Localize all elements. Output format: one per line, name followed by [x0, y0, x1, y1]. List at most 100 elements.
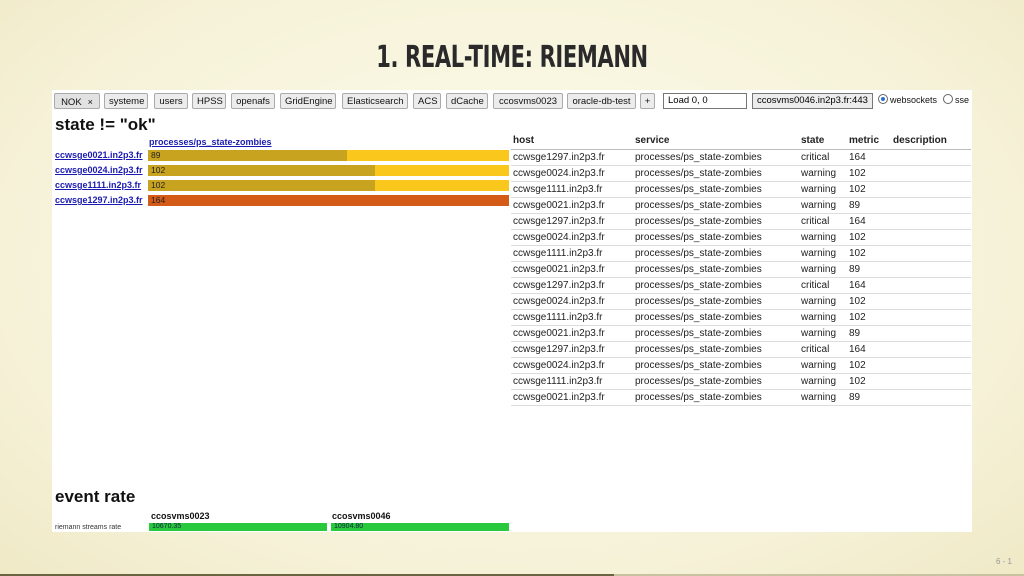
state-bar[interactable]: 102: [148, 180, 509, 191]
table-row[interactable]: ccwsge1297.in2p3.fr processes/ps_state-zo…: [511, 149, 971, 166]
host-label[interactable]: ccwsge0024.in2p3.fr: [55, 165, 143, 175]
table-row[interactable]: ccwsge1111.in2p3.fr processes/ps_state-zo…: [511, 245, 971, 262]
tab-hpss[interactable]: HPSS: [192, 93, 226, 109]
table-row[interactable]: ccwsge1111.in2p3.fr processes/ps_state-zo…: [511, 309, 971, 326]
table-row[interactable]: ccwsge0024.in2p3.fr processes/ps_state-zo…: [511, 165, 971, 182]
series-header[interactable]: processes/ps_state-zombies: [149, 137, 272, 147]
events-header-row: host service state metric description: [511, 132, 971, 150]
cell-metric: 102: [847, 357, 891, 374]
rate-row-label: riemann streams rate: [55, 524, 122, 531]
cell-service: processes/ps_state-zombies: [633, 245, 799, 262]
cell-metric: 102: [847, 293, 891, 310]
cell-host: ccwsge1111.in2p3.fr: [511, 181, 633, 198]
sse-radio[interactable]: [943, 94, 954, 104]
table-row[interactable]: ccwsge0021.in2p3.fr processes/ps_state-zo…: [511, 389, 971, 406]
events-table: host service state metric description cc…: [511, 132, 971, 406]
column-state[interactable]: state: [799, 132, 847, 150]
column-description[interactable]: description: [891, 132, 971, 150]
table-row[interactable]: ccwsge0024.in2p3.fr processes/ps_state-zo…: [511, 293, 971, 310]
cell-metric: 102: [847, 181, 891, 198]
rate-column-ccosvms0046: ccosvms0046: [332, 511, 391, 521]
cell-description: [891, 229, 971, 246]
tab-openafs[interactable]: openafs: [231, 93, 275, 109]
table-row[interactable]: ccwsge0024.in2p3.fr processes/ps_state-zo…: [511, 357, 971, 374]
cell-metric: 164: [847, 341, 891, 358]
table-row[interactable]: ccwsge1111.in2p3.fr processes/ps_state-zo…: [511, 373, 971, 390]
cell-state: warning: [799, 261, 847, 278]
cell-service: processes/ps_state-zombies: [633, 293, 799, 310]
cell-service: processes/ps_state-zombies: [633, 277, 799, 294]
table-row[interactable]: ccwsge0021.in2p3.fr processes/ps_state-zo…: [511, 325, 971, 342]
tab-label: NOK: [61, 97, 82, 108]
cell-host: ccwsge0024.in2p3.fr: [511, 293, 633, 310]
tab-dcache[interactable]: dCache: [446, 93, 488, 109]
cell-service: processes/ps_state-zombies: [633, 213, 799, 230]
state-bar-fill: [148, 195, 509, 206]
cell-state: warning: [799, 309, 847, 326]
table-row[interactable]: ccwsge1297.in2p3.fr processes/ps_state-zo…: [511, 341, 971, 358]
tab-elasticsearch[interactable]: Elasticsearch: [342, 93, 408, 109]
server-field[interactable]: ccosvms0046.in2p3.fr:443: [752, 93, 873, 109]
table-row[interactable]: ccwsge1111.in2p3.fr processes/ps_state-zo…: [511, 181, 971, 198]
tab-nok[interactable]: NOK ×: [54, 93, 100, 109]
event-rate-title: event rate: [55, 487, 136, 506]
tab-users[interactable]: users: [154, 93, 188, 109]
cell-state: critical: [799, 213, 847, 230]
cell-service: processes/ps_state-zombies: [633, 341, 799, 358]
host-label[interactable]: ccwsge1297.in2p3.fr: [55, 195, 143, 205]
cell-metric: 164: [847, 149, 891, 166]
table-row[interactable]: ccwsge0024.in2p3.fr processes/ps_state-zo…: [511, 229, 971, 246]
tab-ccosvms0023[interactable]: ccosvms0023: [493, 93, 563, 109]
cell-service: processes/ps_state-zombies: [633, 229, 799, 246]
tab-gridengine[interactable]: GridEngine: [280, 93, 336, 109]
table-row[interactable]: ccwsge0021.in2p3.fr processes/ps_state-zo…: [511, 261, 971, 278]
cell-state: warning: [799, 357, 847, 374]
host-label[interactable]: ccwsge0021.in2p3.fr: [55, 150, 143, 160]
cell-state: warning: [799, 197, 847, 214]
cell-metric: 89: [847, 197, 891, 214]
rate-column-ccosvms0023: ccosvms0023: [151, 511, 210, 521]
state-bar-fill: [148, 180, 376, 191]
page-number: 6 - 1: [995, 557, 1012, 566]
slide-title: 1. REAL-TIME: RIEMANN: [376, 40, 648, 75]
host-label[interactable]: ccwsge1111.in2p3.fr: [55, 180, 141, 190]
cell-service: processes/ps_state-zombies: [633, 181, 799, 198]
tab-acs[interactable]: ACS: [413, 93, 441, 109]
cell-host: ccwsge0024.in2p3.fr: [511, 229, 633, 246]
table-row[interactable]: ccwsge1297.in2p3.fr processes/ps_state-zo…: [511, 213, 971, 230]
websockets-label: websockets: [890, 95, 938, 105]
tab-oracle-db-test[interactable]: oracle-db-test: [567, 93, 636, 109]
query-input[interactable]: Load 0, 0: [663, 93, 747, 109]
cell-service: processes/ps_state-zombies: [633, 149, 799, 166]
state-bar[interactable]: 102: [148, 165, 509, 176]
tab-systeme[interactable]: systeme: [104, 93, 148, 109]
events-table-head: host service state metric description: [511, 132, 971, 150]
column-service[interactable]: service: [633, 132, 799, 150]
column-metric[interactable]: metric: [847, 132, 891, 150]
table-row[interactable]: ccwsge0021.in2p3.fr processes/ps_state-zo…: [511, 197, 971, 214]
websockets-radio[interactable]: [878, 94, 888, 104]
cell-host: ccwsge1297.in2p3.fr: [511, 341, 633, 358]
cell-metric: 89: [847, 325, 891, 342]
cell-metric: 164: [847, 213, 891, 230]
table-row[interactable]: ccwsge1297.in2p3.fr processes/ps_state-zo…: [511, 277, 971, 294]
add-tab-button[interactable]: +: [640, 93, 655, 109]
state-panel-title: state != "ok": [55, 115, 156, 134]
cell-host: ccwsge1297.in2p3.fr: [511, 277, 633, 294]
cell-description: [891, 165, 971, 182]
cell-service: processes/ps_state-zombies: [633, 309, 799, 326]
cell-host: ccwsge1297.in2p3.fr: [511, 149, 633, 166]
column-host[interactable]: host: [511, 132, 633, 150]
close-icon[interactable]: ×: [88, 97, 93, 107]
riemann-dashboard-screenshot: NOK × systeme users HPSS openafs GridEngi…: [52, 90, 972, 532]
cell-state: warning: [799, 373, 847, 390]
cell-host: ccwsge0021.in2p3.fr: [511, 325, 633, 342]
cell-description: [891, 325, 971, 342]
cell-metric: 102: [847, 245, 891, 262]
state-bar[interactable]: 164: [148, 195, 509, 206]
rate-value-ccosvms0046: 10904.80: [334, 523, 364, 530]
state-bar-fill: [148, 165, 376, 176]
cell-service: processes/ps_state-zombies: [633, 197, 799, 214]
state-bar[interactable]: 89: [148, 150, 509, 161]
cell-host: ccwsge0024.in2p3.fr: [511, 357, 633, 374]
